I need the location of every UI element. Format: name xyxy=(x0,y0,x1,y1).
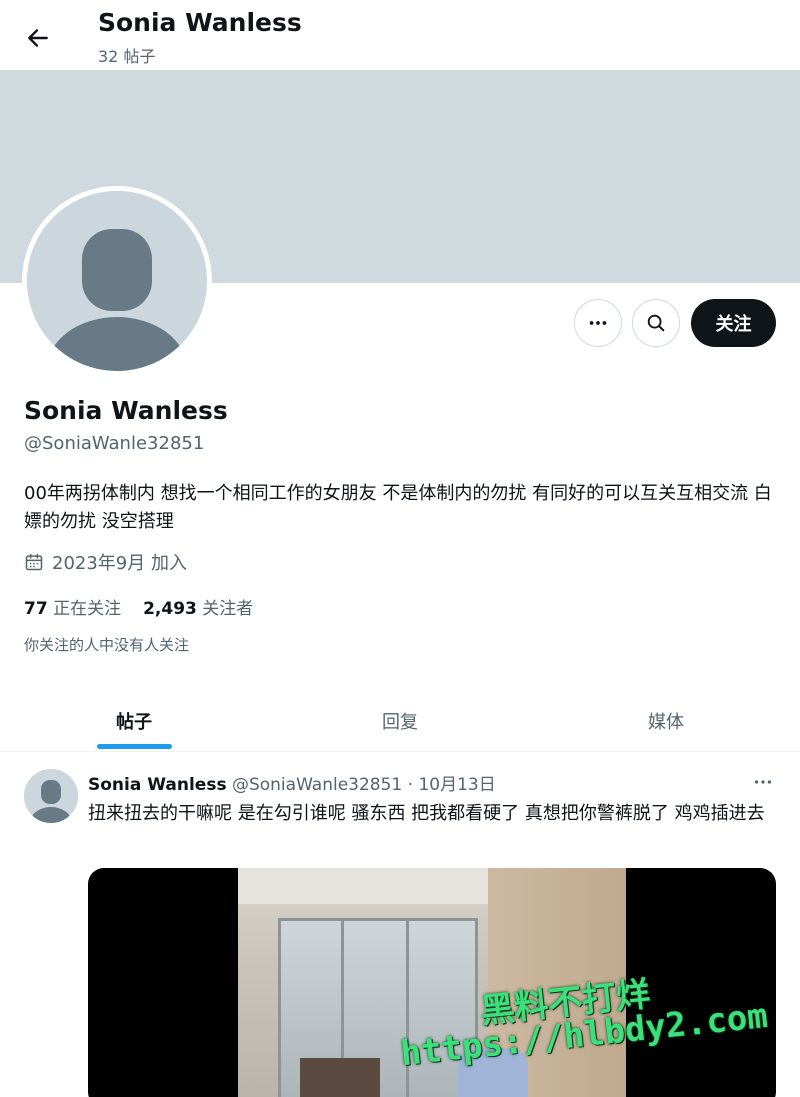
default-avatar-icon xyxy=(24,769,78,823)
post-header: Sonia Wanless @SoniaWanle32851 · 10月13日 xyxy=(88,770,496,795)
search-button[interactable] xyxy=(632,299,680,347)
default-avatar-icon xyxy=(27,191,207,371)
post-avatar[interactable] xyxy=(24,769,78,823)
followed-by-text: 你关注的人中没有人关注 xyxy=(24,636,190,654)
header-post-count: 32 帖子 xyxy=(98,47,156,66)
profile-name: Sonia Wanless xyxy=(24,396,228,425)
followers-stat[interactable]: 2,493 关注者 xyxy=(143,594,253,619)
search-icon xyxy=(647,314,665,332)
tab-posts[interactable]: 帖子 xyxy=(0,690,268,752)
more-options-button[interactable] xyxy=(574,299,622,347)
profile-handle: @SoniaWanle32851 xyxy=(24,433,205,454)
post-more-button[interactable] xyxy=(746,770,780,794)
follow-button[interactable]: 关注 xyxy=(691,299,776,347)
profile-avatar[interactable] xyxy=(22,186,212,376)
tab-media[interactable]: 媒体 xyxy=(532,690,800,752)
following-label: 正在关注 xyxy=(53,599,122,619)
back-button[interactable] xyxy=(20,20,56,56)
profile-bio: 00年两拐体制内 想找一个相同工作的女朋友 不是体制内的勿扰 有同好的可以互关互… xyxy=(24,483,772,532)
post-meta[interactable]: @SoniaWanle32851 · 10月13日 xyxy=(232,775,496,795)
post-author-name[interactable]: Sonia Wanless xyxy=(88,775,227,795)
joined-text: 2023年9月 加入 xyxy=(52,553,187,574)
follow-stats: 77 正在关注 2,493 关注者 xyxy=(24,594,253,619)
post-media-video[interactable] xyxy=(88,868,776,1097)
video-frame xyxy=(238,868,626,1097)
active-tab-indicator xyxy=(97,744,172,749)
following-stat[interactable]: 77 正在关注 xyxy=(24,594,121,619)
arrow-left-icon xyxy=(28,29,48,47)
post-text: 扭来扭去的干嘛呢 是在勾引谁呢 骚东西 把我都看硬了 真想把你警裤脱了 鸡鸡插进… xyxy=(88,803,765,824)
header-title: Sonia Wanless xyxy=(98,8,302,37)
video-desk xyxy=(300,1058,380,1097)
more-horizontal-icon xyxy=(754,780,772,784)
followers-count: 2,493 xyxy=(143,599,197,619)
followers-label: 关注者 xyxy=(202,599,254,619)
profile-tabs: 帖子 回复 媒体 xyxy=(0,690,800,752)
calendar-icon xyxy=(25,553,43,571)
more-horizontal-icon xyxy=(589,321,607,325)
joined-date: 2023年9月 加入 xyxy=(24,549,187,575)
tab-replies[interactable]: 回复 xyxy=(268,690,532,752)
video-person xyxy=(458,1048,528,1097)
top-bar: Sonia Wanless 32 帖子 xyxy=(0,0,800,70)
following-count: 77 xyxy=(24,599,48,619)
